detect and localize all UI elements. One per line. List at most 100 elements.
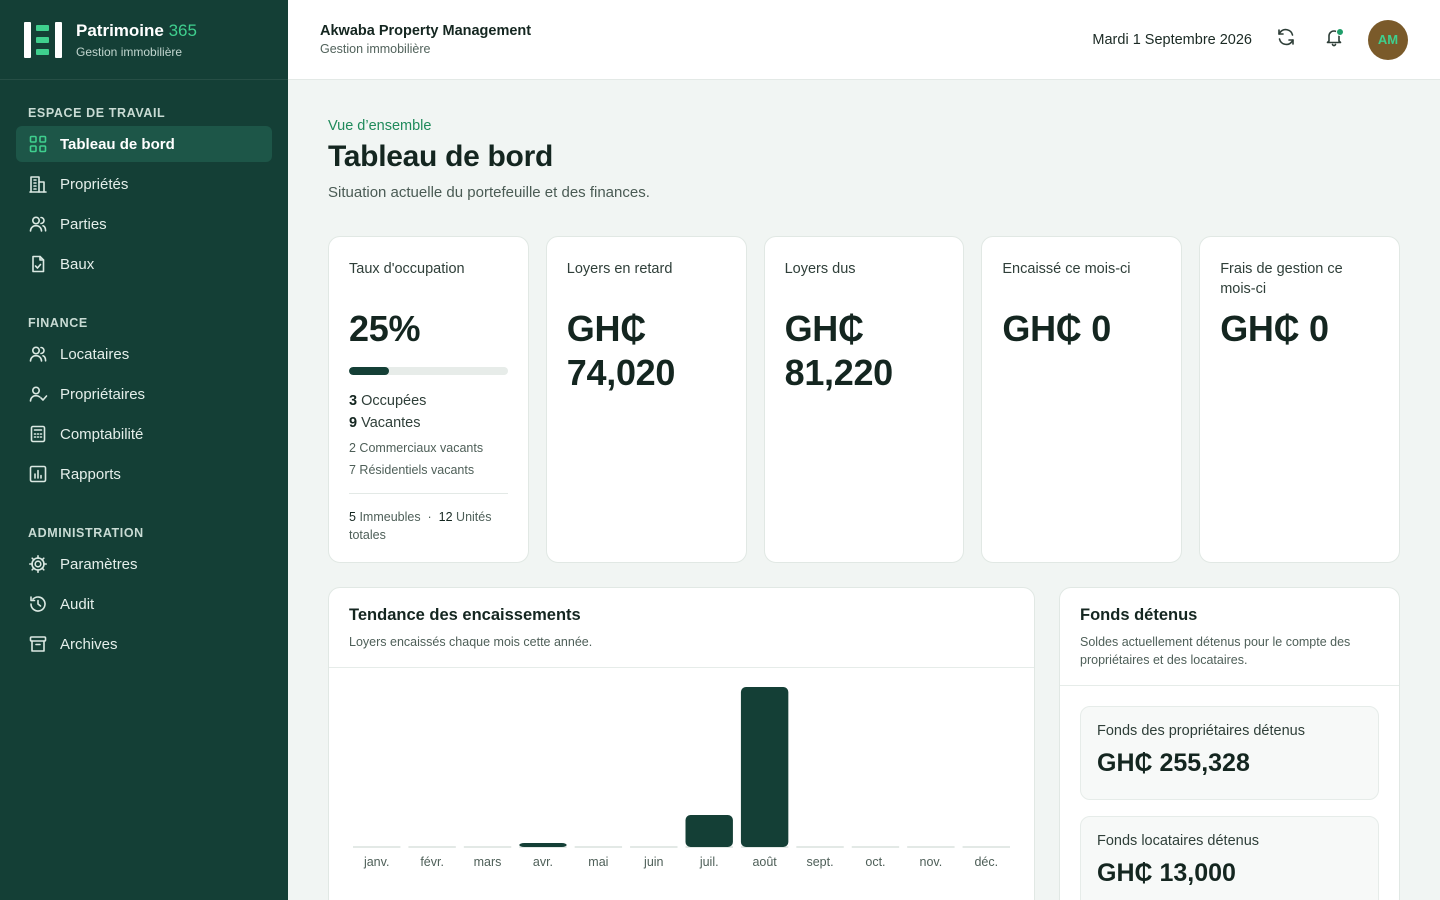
kpi-value: GH₵ 81,220 bbox=[785, 307, 944, 395]
kpi-occupancy[interactable]: Taux d'occupation 25% 3 Occupées 9 Vacan… bbox=[328, 236, 529, 563]
commercial-vacant: 2 Commerciaux vacants bbox=[349, 441, 484, 455]
brand[interactable]: Patrimoine 365 Gestion immobilière bbox=[0, 0, 288, 80]
kpi-currency: GH₵ bbox=[566, 308, 646, 349]
card-subtitle: Loyers encaissés chaque mois cette année… bbox=[349, 635, 593, 649]
kpi-late-rent[interactable]: Loyers en retard GH₵ 74,020 bbox=[545, 236, 747, 563]
divider bbox=[349, 493, 508, 494]
collections-trend-card: Tendance des encaissements Loyers encais… bbox=[328, 587, 1035, 900]
sidebar-item-label: Propriétés bbox=[60, 175, 129, 193]
kpi-currency: GH₵ bbox=[784, 308, 864, 349]
bar-baseline-10 bbox=[907, 846, 955, 848]
brand-name-accent: 365 bbox=[168, 20, 197, 40]
kpi-amount: 81,220 bbox=[784, 352, 894, 393]
building-icon bbox=[28, 174, 48, 194]
bar-chart-icon bbox=[28, 464, 48, 484]
fund-value: GH₵ 255,328 bbox=[1097, 749, 1250, 777]
sidebar-item-reports[interactable]: Rapports bbox=[16, 456, 272, 492]
kpi-management-fees[interactable]: Frais de gestion ce mois-ci GH₵ 0 bbox=[1199, 236, 1400, 563]
x-tick-label: juil. bbox=[699, 855, 719, 869]
sidebar-item-settings[interactable]: Paramètres bbox=[16, 546, 272, 582]
bar-baseline-1 bbox=[408, 846, 456, 848]
buildings-label: Immeubles bbox=[359, 510, 421, 524]
notification-dot bbox=[1336, 27, 1344, 36]
bar-7[interactable] bbox=[740, 687, 789, 847]
sidebar-item-audit[interactable]: Audit bbox=[16, 586, 272, 622]
kpi-collected[interactable]: Encaissé ce mois-ci GH₵ 0 bbox=[981, 236, 1183, 563]
x-tick-label: juin bbox=[643, 855, 664, 869]
x-tick-label: déc. bbox=[974, 855, 998, 869]
gear-icon bbox=[28, 554, 48, 574]
kpi-label: Loyers dus bbox=[784, 261, 856, 277]
vacant-count: 9 bbox=[349, 415, 358, 431]
organization-name: Akwaba Property Management bbox=[320, 23, 532, 39]
users-icon bbox=[28, 214, 48, 234]
owners-funds-box[interactable]: Fonds des propriétaires détenus GH₵ 255,… bbox=[1080, 706, 1379, 800]
sidebar-item-label: Parties bbox=[60, 215, 107, 233]
calculator-icon bbox=[28, 424, 48, 444]
bar-baseline-0 bbox=[353, 846, 401, 848]
sidebar-item-label: Propriétaires bbox=[60, 385, 146, 403]
occupied-count: 3 bbox=[349, 393, 358, 409]
bar-baseline-11 bbox=[962, 846, 1010, 848]
sidebar-item-dashboard[interactable]: Tableau de bord bbox=[16, 126, 272, 162]
sidebar-item-leases[interactable]: Baux bbox=[16, 246, 272, 282]
kpi-amount: 74,020 bbox=[566, 352, 676, 393]
sidebar-item-owners[interactable]: Propriétaires bbox=[16, 376, 272, 412]
x-tick-label: août bbox=[752, 855, 777, 869]
page-eyebrow: Vue d’ensemble bbox=[328, 118, 432, 134]
x-tick-label: mars bbox=[474, 855, 502, 869]
card-title: Fonds détenus bbox=[1080, 606, 1198, 624]
sidebar-item-label: Rapports bbox=[60, 465, 121, 483]
kpi-label: Frais de gestion ce mois-ci bbox=[1220, 261, 1343, 297]
notifications-button[interactable] bbox=[1320, 26, 1348, 54]
document-icon bbox=[28, 254, 48, 274]
units-count: 12 bbox=[438, 510, 453, 524]
x-tick-label: mai bbox=[588, 855, 608, 869]
sidebar-item-tenants[interactable]: Locataires bbox=[16, 336, 272, 372]
bar-6[interactable] bbox=[685, 815, 733, 847]
tenants-funds-box[interactable]: Fonds locataires détenus GH₵ 13,000 bbox=[1080, 816, 1379, 900]
sidebar-item-label: Baux bbox=[60, 255, 95, 273]
card-header: Fonds détenus Soldes actuellement détenu… bbox=[1060, 588, 1399, 686]
sidebar-item-label: Audit bbox=[60, 595, 95, 613]
x-tick-label: nov. bbox=[920, 855, 943, 869]
nav-section-finance: FINANCE Locataires Propriétaires Comptab… bbox=[0, 312, 288, 492]
collections-bar-chart: janv. févr. mars avr. mai juin juil. août sept. o… bbox=[353, 687, 1010, 869]
bar-baseline-5 bbox=[630, 846, 678, 848]
bar-3[interactable] bbox=[519, 843, 567, 847]
sidebar-item-properties[interactable]: Propriétés bbox=[16, 166, 272, 202]
sidebar-item-label: Locataires bbox=[60, 345, 130, 363]
avatar[interactable]: AM bbox=[1368, 19, 1408, 60]
brand-logo-icon bbox=[24, 21, 64, 58]
nav-section-title: ADMINISTRATION bbox=[28, 526, 144, 540]
sidebar: Patrimoine 365 Gestion immobilière ESPAC… bbox=[0, 0, 288, 900]
card-subtitle: Soldes actuellement détenus pour le comp… bbox=[1080, 635, 1351, 667]
nav-section-title: ESPACE DE TRAVAIL bbox=[28, 106, 166, 120]
refresh-icon bbox=[1276, 27, 1296, 52]
kpi-label: Taux d'occupation bbox=[349, 261, 465, 277]
page-title: Tableau de bord bbox=[328, 140, 553, 173]
x-tick-label: sept. bbox=[806, 855, 833, 869]
occupied-line: 3 Occupées bbox=[349, 393, 508, 409]
archive-icon bbox=[28, 634, 48, 654]
sidebar-item-parties[interactable]: Parties bbox=[16, 206, 272, 242]
page-subtitle: Situation actuelle du portefeuille et de… bbox=[328, 184, 650, 201]
history-icon bbox=[28, 594, 48, 614]
occupancy-progress bbox=[349, 367, 508, 375]
current-date: Mardi 1 Septembre 2026 bbox=[1092, 31, 1252, 48]
users-icon bbox=[28, 344, 48, 364]
kpi-value: GH₵ 74,020 bbox=[567, 307, 726, 395]
kpi-row: Taux d'occupation 25% 3 Occupées 9 Vacan… bbox=[328, 236, 1400, 563]
kpi-rent-due[interactable]: Loyers dus GH₵ 81,220 bbox=[763, 236, 965, 563]
user-check-icon bbox=[28, 384, 48, 404]
sidebar-item-label: Tableau de bord bbox=[60, 135, 175, 153]
refresh-button[interactable] bbox=[1272, 26, 1300, 54]
organization: Akwaba Property Management Gestion immob… bbox=[320, 23, 531, 56]
bar-baseline-8 bbox=[796, 846, 844, 848]
kpi-value: GH₵ 0 bbox=[1220, 308, 1329, 349]
x-tick-label: avr. bbox=[533, 855, 553, 869]
sidebar-item-accounting[interactable]: Comptabilité bbox=[16, 416, 272, 452]
sidebar-item-archives[interactable]: Archives bbox=[16, 626, 272, 662]
main-content: Vue d’ensemble Tableau de bord Situation… bbox=[328, 80, 1400, 900]
kpi-value: 25% bbox=[349, 308, 421, 349]
